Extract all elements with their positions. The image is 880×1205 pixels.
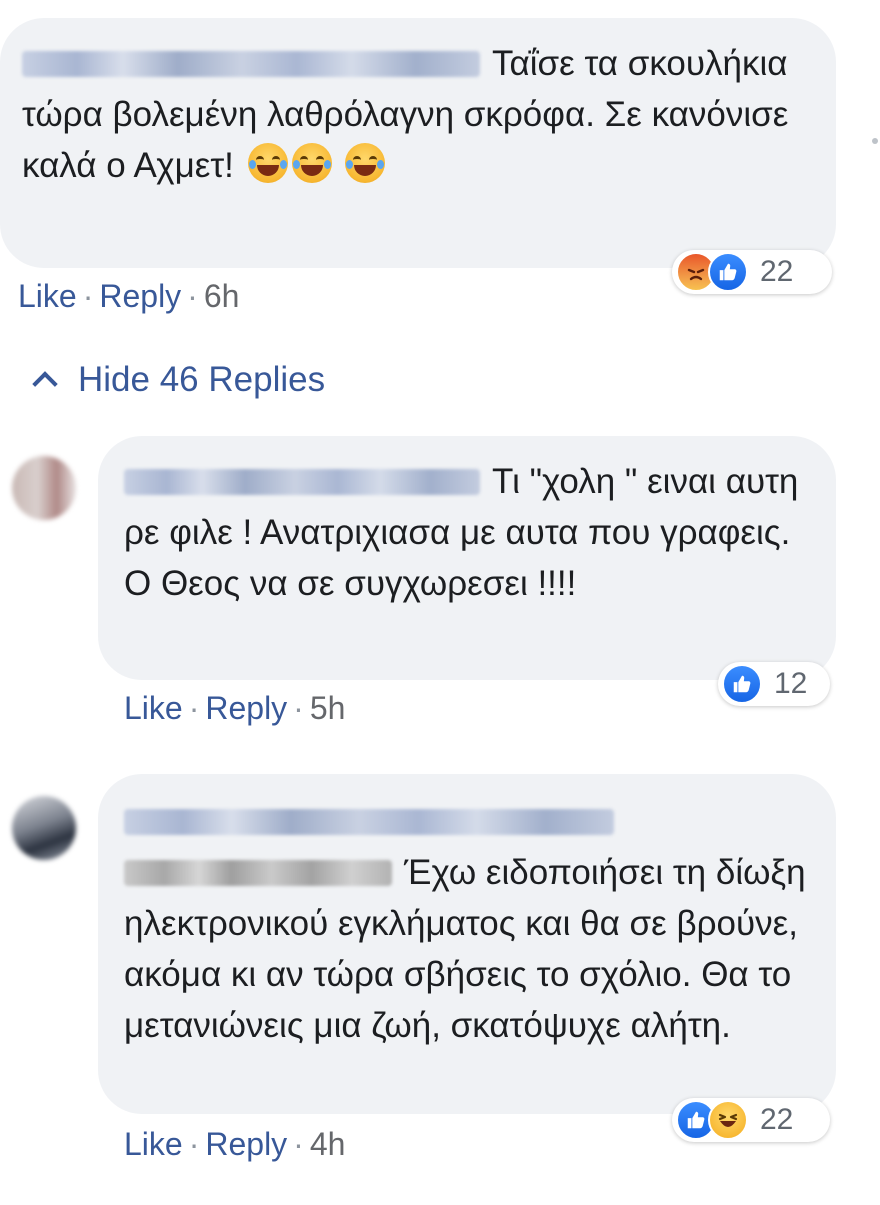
- reply-link[interactable]: Reply: [205, 1126, 287, 1162]
- like-icon: [722, 664, 762, 704]
- reaction-count: 12: [774, 667, 808, 700]
- reaction-summary[interactable]: 12: [718, 662, 830, 706]
- reply-link[interactable]: Reply: [205, 690, 287, 726]
- blurred-author-name[interactable]: [124, 860, 392, 886]
- like-link[interactable]: Like: [18, 278, 77, 314]
- reaction-summary[interactable]: 22: [672, 1098, 830, 1142]
- tears-of-joy-emoji-icon: [247, 143, 288, 183]
- comment-actions: Like · Reply · 6h: [18, 278, 240, 314]
- like-link[interactable]: Like: [124, 690, 183, 726]
- comment-timestamp[interactable]: 6h: [204, 278, 240, 314]
- comment-actions: Like · Reply · 5h: [124, 690, 346, 726]
- avatar[interactable]: [12, 456, 76, 520]
- reaction-count: 22: [760, 1103, 794, 1136]
- comment-bubble-2: Τι "χολη " ειναι αυτη ρε φιλε ! Ανατριχι…: [98, 436, 836, 680]
- like-link[interactable]: Like: [124, 1126, 183, 1162]
- reaction-summary[interactable]: 22: [672, 250, 832, 294]
- reply-link[interactable]: Reply: [99, 278, 181, 314]
- comment-text-line-1: Τι "χολη " ειναι: [492, 462, 716, 501]
- blurred-author-name[interactable]: [124, 809, 614, 835]
- blurred-author-name[interactable]: [124, 469, 480, 495]
- side-dot: [872, 138, 878, 144]
- comment-bubble-1: Ταΐσε τα σκουλήκια τώρα βολεμένη λαθρόλα…: [0, 18, 836, 268]
- comment-bubble-3: Έχω ειδοποιήσει τη δίωξη ηλεκτρονικού εγ…: [98, 774, 836, 1114]
- hide-replies-toggle[interactable]: Hide 46 Replies: [32, 360, 325, 400]
- like-icon: [708, 252, 748, 292]
- chevron-up-icon: [32, 371, 58, 397]
- avatar[interactable]: [12, 796, 76, 860]
- blurred-author-name[interactable]: [22, 51, 480, 77]
- tears-of-joy-emoji-icon: [345, 143, 386, 183]
- comment-actions: Like · Reply · 4h: [124, 1126, 346, 1162]
- comment-timestamp[interactable]: 5h: [310, 690, 346, 726]
- haha-icon: [708, 1100, 748, 1140]
- hide-replies-label: Hide 46 Replies: [78, 360, 326, 399]
- tears-of-joy-emoji-icon: [291, 143, 332, 183]
- reaction-count: 22: [760, 255, 794, 288]
- comment-timestamp[interactable]: 4h: [310, 1126, 346, 1162]
